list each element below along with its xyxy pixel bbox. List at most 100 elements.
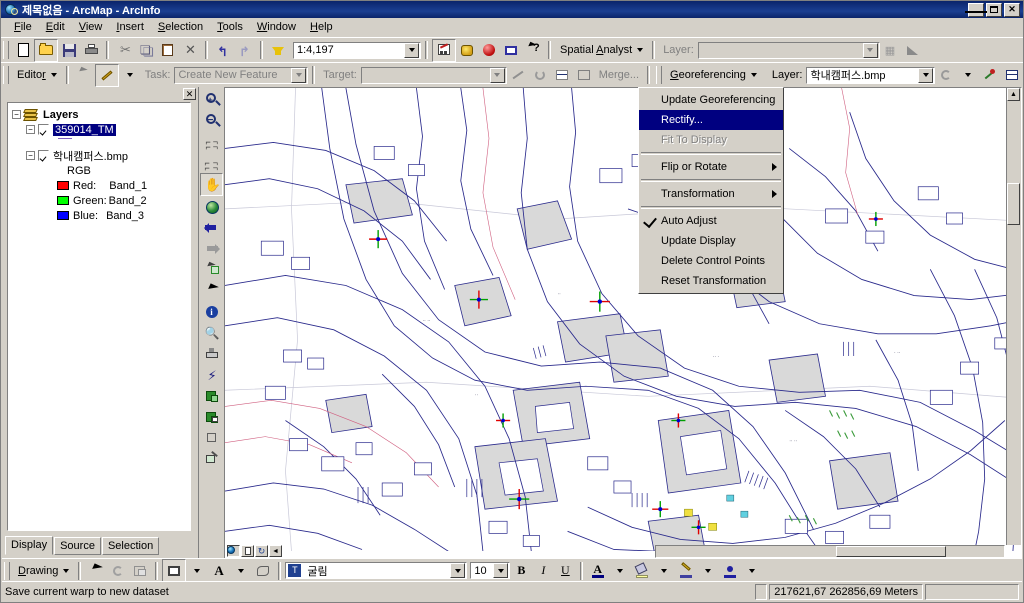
chevron-down-icon[interactable] <box>489 67 505 83</box>
expand-icon[interactable]: − <box>26 151 35 160</box>
editor-button[interactable]: Editor <box>12 67 62 83</box>
spatial-analyst-hatch-icon[interactable]: ▦ <box>880 40 902 61</box>
font-name-combo[interactable]: T 굴림 <box>285 562 468 579</box>
chevron-down-icon[interactable] <box>862 42 878 58</box>
italic-button[interactable]: I <box>532 560 554 581</box>
layer-visibility-checkbox[interactable] <box>38 124 49 135</box>
menu-selection[interactable]: Selection <box>151 19 210 35</box>
add-control-points-icon[interactable] <box>979 65 1001 86</box>
menu-edit[interactable]: Edit <box>39 19 72 35</box>
select-features-icon[interactable] <box>201 259 222 280</box>
map-window-icon[interactable] <box>500 40 522 61</box>
delete-icon[interactable]: ✕ <box>179 40 201 61</box>
add-data-icon[interactable] <box>267 40 289 61</box>
cut-icon[interactable]: ✂ <box>113 40 135 61</box>
map-vertical-scrollbar[interactable]: ▲ <box>1006 88 1021 545</box>
menu-item-update-georeferencing[interactable]: Update Georeferencing <box>639 90 783 110</box>
fill-color-dropdown[interactable] <box>653 560 675 581</box>
tab-source[interactable]: Source <box>54 537 101 555</box>
bold-button[interactable]: B <box>510 560 532 581</box>
rotate-icon[interactable] <box>107 560 129 581</box>
select-elements-icon[interactable] <box>201 280 222 301</box>
close-button[interactable]: ✕ <box>1004 2 1020 17</box>
new-document-icon[interactable] <box>12 40 34 61</box>
show-commands-icon[interactable] <box>478 40 500 61</box>
rotate-image-icon[interactable] <box>201 427 222 448</box>
georeferencing-layer-combo[interactable]: 학내캠퍼스.bmp <box>806 66 935 84</box>
zoom-out-icon[interactable]: − <box>201 110 222 131</box>
zoom-in-icon[interactable]: + <box>201 89 222 110</box>
menu-tools[interactable]: Tools <box>210 19 250 35</box>
hyperlink-icon[interactable]: ⚡ <box>201 364 222 385</box>
split-tool-icon[interactable] <box>507 65 529 86</box>
paste-icon[interactable] <box>157 40 179 61</box>
find-icon[interactable]: 🔍 <box>201 322 222 343</box>
view-link-table-icon[interactable] <box>1001 65 1023 86</box>
new-text-icon[interactable]: A <box>208 560 230 581</box>
forward-extent-icon[interactable] <box>201 238 222 259</box>
toolbar-grip[interactable] <box>3 66 9 84</box>
back-extent-icon[interactable] <box>201 217 222 238</box>
toolbar-grip[interactable] <box>3 41 9 59</box>
pause-drawing-icon[interactable]: ◄ <box>269 545 282 557</box>
menu-item-rectify[interactable]: Rectify... <box>639 110 783 130</box>
drawing-button[interactable]: Drawing <box>13 563 74 579</box>
chevron-down-icon[interactable] <box>450 563 466 578</box>
map-scale-combo[interactable]: 1:4,197 <box>293 41 421 59</box>
pan-hand-icon[interactable]: ✋ <box>200 173 223 196</box>
georeferencing-menu[interactable]: Update Georeferencing Rectify... Fit To … <box>638 87 784 294</box>
attributes-icon[interactable] <box>551 65 573 86</box>
task-combo[interactable]: Create New Feature <box>174 66 309 84</box>
marker-color-icon[interactable] <box>719 560 741 581</box>
editor-toolbar-icon[interactable] <box>432 38 456 62</box>
underline-button[interactable]: U <box>554 560 576 581</box>
tab-selection[interactable]: Selection <box>101 537 160 555</box>
edit-tool-icon[interactable] <box>73 65 95 86</box>
map-canvas[interactable]: ·· ·· ·· ·· · ·· ·· ·· · ·· <box>225 88 1021 552</box>
font-color-dropdown[interactable] <box>609 560 631 581</box>
menu-window[interactable]: Window <box>250 19 303 35</box>
chevron-down-icon[interactable] <box>918 67 933 83</box>
reshape-icon[interactable] <box>252 560 274 581</box>
font-size-combo[interactable]: 10 <box>470 562 511 579</box>
sketch-tool-icon[interactable] <box>94 63 119 87</box>
rotate-dropdown[interactable] <box>957 65 979 86</box>
html-popup-icon[interactable] <box>201 385 222 406</box>
menu-item-update-display[interactable]: Update Display <box>639 231 783 251</box>
font-color-icon[interactable]: A <box>587 560 609 581</box>
line-color-dropdown[interactable] <box>697 560 719 581</box>
toolbar-grip[interactable] <box>4 561 10 580</box>
spatial-analyst-surface-icon[interactable] <box>902 40 924 61</box>
data-view-icon[interactable] <box>227 545 240 557</box>
menu-help[interactable]: Help <box>303 19 340 35</box>
marker-color-dropdown[interactable] <box>741 560 763 581</box>
sketch-properties-icon[interactable] <box>573 65 595 86</box>
chevron-down-icon[interactable] <box>291 67 307 83</box>
redo-icon[interactable]: ↱ <box>234 40 256 61</box>
open-folder-icon[interactable] <box>34 38 58 62</box>
close-icon[interactable]: ✕ <box>183 88 196 100</box>
new-text-dropdown[interactable] <box>230 560 252 581</box>
new-rectangle-icon[interactable] <box>162 559 187 582</box>
rotate-tool-icon[interactable] <box>529 65 551 86</box>
menu-item-transformation[interactable]: Transformation <box>639 184 783 204</box>
map-view[interactable]: ·· ·· ·· ·· · ·· ·· ·· · ·· ▲ ↻ ◄ <box>224 87 1022 559</box>
scroll-up-button[interactable]: ▲ <box>1007 88 1020 101</box>
menu-insert[interactable]: Insert <box>109 19 151 35</box>
measure-icon[interactable] <box>201 343 222 364</box>
fill-color-icon[interactable] <box>631 560 653 581</box>
identify-icon[interactable]: i <box>201 301 222 322</box>
spatial-analyst-layer-combo[interactable] <box>697 41 880 59</box>
clip-icon[interactable] <box>129 560 151 581</box>
arctoolbox-icon[interactable] <box>456 40 478 61</box>
chevron-down-icon[interactable] <box>493 563 509 578</box>
expand-icon[interactable]: − <box>26 125 35 134</box>
expand-icon[interactable]: − <box>12 110 21 119</box>
toc-root-layers[interactable]: − Layers <box>12 107 190 122</box>
toc-tree[interactable]: − Layers − 359014_TM − 학내캠퍼스.bmp RGB Red… <box>7 102 191 531</box>
georeferencing-toolbar-grip[interactable] <box>656 66 663 84</box>
layout-view-icon[interactable] <box>241 545 254 557</box>
menu-item-flip-or-rotate[interactable]: Flip or Rotate <box>639 157 783 177</box>
menu-item-auto-adjust[interactable]: Auto Adjust <box>639 211 783 231</box>
print-icon[interactable] <box>80 40 102 61</box>
